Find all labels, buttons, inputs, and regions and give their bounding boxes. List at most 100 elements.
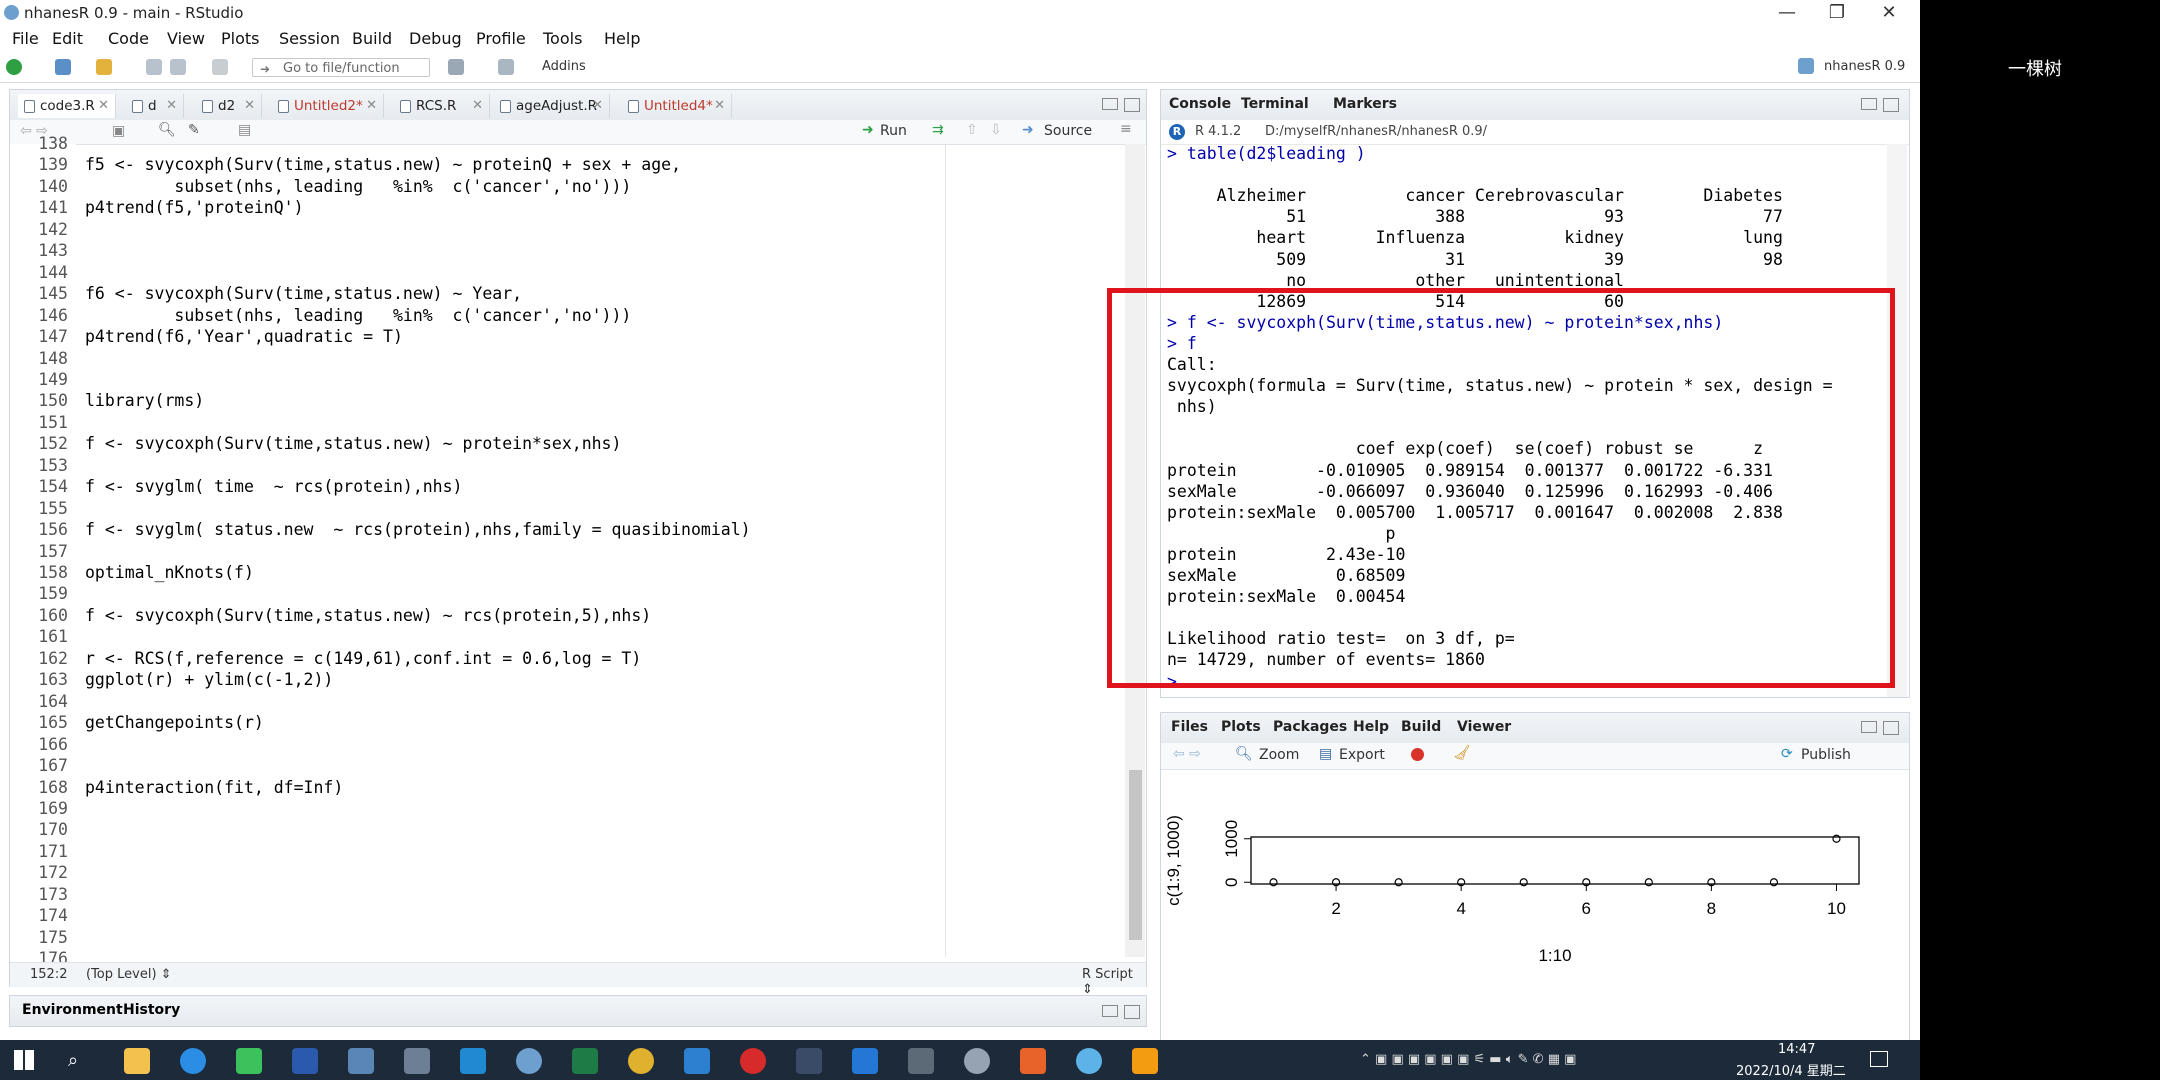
tab-viewer[interactable]: Viewer: [1457, 719, 1511, 735]
menu-build[interactable]: Build: [352, 29, 392, 48]
tab-markers[interactable]: Markers: [1333, 96, 1397, 112]
code-line[interactable]: subset(nhs, leading %in% c('cancer','no'…: [85, 306, 631, 325]
close-tab-icon[interactable]: ✕: [166, 94, 177, 118]
code-line[interactable]: f <- svycoxph(Surv(time,status.new) ~ pr…: [85, 434, 621, 453]
code-line[interactable]: getChangepoints(r): [85, 713, 264, 732]
close-tab-icon[interactable]: ✕: [366, 94, 377, 118]
tray-icons[interactable]: ⌃ ▣ ▣ ▣ ▣ ▣ ▣ ⚟ ▬ 🔈︎ ✎ ✆ ▦ ▣: [1360, 1052, 1576, 1067]
code-editor[interactable]: f5 <- svycoxph(Surv(time,status.new) ~ p…: [76, 144, 1136, 957]
tab-files[interactable]: Files: [1171, 719, 1208, 735]
tab-ageadjust[interactable]: ageAdjust.R ✕: [494, 94, 610, 118]
app-icon[interactable]: [740, 1048, 766, 1074]
app-icon[interactable]: [796, 1048, 822, 1074]
app-icon[interactable]: [684, 1048, 710, 1074]
tab-plots[interactable]: Plots: [1221, 719, 1261, 735]
minimize-pane-icon[interactable]: [1102, 98, 1118, 110]
app-icon[interactable]: [1132, 1048, 1158, 1074]
clock-time[interactable]: 14:47: [1778, 1042, 1815, 1057]
tab-build[interactable]: Build: [1401, 719, 1441, 735]
compile-report-icon[interactable]: ▤: [238, 122, 251, 138]
export-button[interactable]: Export: [1339, 747, 1385, 763]
code-line[interactable]: p4trend(f6,'Year',quadratic = T): [85, 327, 403, 346]
menu-session[interactable]: Session: [279, 29, 340, 48]
maximize-pane-icon[interactable]: [1124, 98, 1140, 112]
goto-file-input[interactable]: Go to file/function: [252, 58, 430, 77]
tab-code3[interactable]: code3.R ✕: [18, 94, 116, 118]
app-icon[interactable]: [1076, 1048, 1102, 1074]
vscode-icon[interactable]: [460, 1048, 486, 1074]
rerun-icon[interactable]: ⇉: [932, 122, 944, 138]
code-line[interactable]: f <- svyglm( status.new ~ rcs(protein),n…: [85, 520, 751, 539]
settings-icon[interactable]: [964, 1048, 990, 1074]
tab-untitled4[interactable]: Untitled4* ✕: [622, 94, 732, 118]
sas-icon[interactable]: [404, 1048, 430, 1074]
code-line[interactable]: optimal_nKnots(f): [85, 563, 254, 582]
code-tools-icon[interactable]: ✎: [188, 122, 200, 138]
save-icon[interactable]: [146, 59, 162, 75]
menu-debug[interactable]: Debug: [409, 29, 462, 48]
code-line[interactable]: ggplot(r) + ylim(c(-1,2)): [85, 670, 333, 689]
close-tab-icon[interactable]: ✕: [472, 94, 483, 118]
find-icon[interactable]: 🔍︎: [158, 122, 176, 138]
publish-button[interactable]: Publish: [1801, 747, 1851, 763]
app-icon[interactable]: [852, 1048, 878, 1074]
menu-tools[interactable]: Tools: [543, 29, 582, 48]
clear-plots-icon[interactable]: 🧹︎: [1453, 745, 1471, 761]
outline-icon[interactable]: ≡: [1120, 121, 1132, 137]
code-line[interactable]: f6 <- svycoxph(Surv(time,status.new) ~ Y…: [85, 284, 522, 303]
minimize-button[interactable]: —: [1764, 0, 1810, 27]
tab-packages[interactable]: Packages: [1273, 719, 1347, 735]
code-line[interactable]: library(rms): [85, 391, 204, 410]
zoom-button[interactable]: Zoom: [1259, 747, 1299, 763]
clock-date[interactable]: 2022/10/4 星期二: [1736, 1060, 1846, 1079]
app-icon[interactable]: [348, 1048, 374, 1074]
file-type-selector[interactable]: R Script ⇕: [1082, 967, 1146, 997]
tab-history[interactable]: History: [123, 1002, 180, 1018]
addins-menu[interactable]: Addins: [542, 59, 586, 74]
code-line[interactable]: subset(nhs, leading %in% c('cancer','no'…: [85, 177, 631, 196]
notification-icon[interactable]: [1870, 1051, 1888, 1067]
app-icon[interactable]: [908, 1048, 934, 1074]
new-project-icon[interactable]: [55, 59, 71, 75]
rstudio-icon[interactable]: [516, 1048, 542, 1074]
tab-d2[interactable]: d2 ✕: [196, 94, 262, 118]
maximize-pane-icon[interactable]: [1124, 1005, 1140, 1019]
minimize-pane-icon[interactable]: [1861, 721, 1877, 733]
menu-profile[interactable]: Profile: [476, 29, 526, 48]
menu-help[interactable]: Help: [604, 29, 640, 48]
print-icon[interactable]: [212, 59, 228, 75]
save-icon[interactable]: ▣: [112, 123, 125, 139]
up-icon[interactable]: ⇧: [966, 122, 978, 138]
code-line[interactable]: p4interaction(fit, df=Inf): [85, 778, 343, 797]
chrome-icon[interactable]: [628, 1048, 654, 1074]
down-icon[interactable]: ⇩: [990, 122, 1002, 138]
search-icon[interactable]: ⌕: [68, 1050, 78, 1071]
app-icon[interactable]: [1020, 1048, 1046, 1074]
tab-untitled2[interactable]: Untitled2* ✕: [272, 94, 384, 118]
code-line[interactable]: f <- svyglm( time ~ rcs(protein),nhs): [85, 477, 463, 496]
maximize-pane-icon[interactable]: [1883, 721, 1899, 735]
save-all-icon[interactable]: [170, 59, 186, 75]
grid-layout-icon[interactable]: [498, 59, 514, 75]
menu-edit[interactable]: Edit: [52, 29, 83, 48]
source-button[interactable]: Source: [1044, 123, 1092, 139]
tab-environment[interactable]: Environment: [22, 1002, 123, 1018]
code-line[interactable]: f5 <- svycoxph(Surv(time,status.new) ~ p…: [85, 155, 681, 174]
scope-selector[interactable]: (Top Level) ⇕: [86, 967, 172, 982]
tab-help[interactable]: Help: [1353, 719, 1389, 735]
windows-start-icon[interactable]: [14, 1050, 34, 1070]
open-file-icon[interactable]: [96, 59, 112, 75]
close-tab-icon[interactable]: ✕: [244, 94, 255, 118]
new-file-icon[interactable]: [6, 59, 22, 75]
close-tab-icon[interactable]: ✕: [98, 94, 109, 118]
code-line[interactable]: f <- svycoxph(Surv(time,status.new) ~ rc…: [85, 606, 651, 625]
restore-pane-icon[interactable]: [1102, 1005, 1118, 1017]
scrollbar-thumb[interactable]: [1129, 770, 1142, 940]
menu-file[interactable]: File: [12, 29, 39, 48]
explorer-icon[interactable]: [124, 1048, 150, 1074]
menu-code[interactable]: Code: [108, 29, 149, 48]
code-line[interactable]: p4trend(f5,'proteinQ'): [85, 198, 304, 217]
git-icon[interactable]: [448, 59, 464, 75]
excel-icon[interactable]: [572, 1048, 598, 1074]
menu-view[interactable]: View: [167, 29, 205, 48]
